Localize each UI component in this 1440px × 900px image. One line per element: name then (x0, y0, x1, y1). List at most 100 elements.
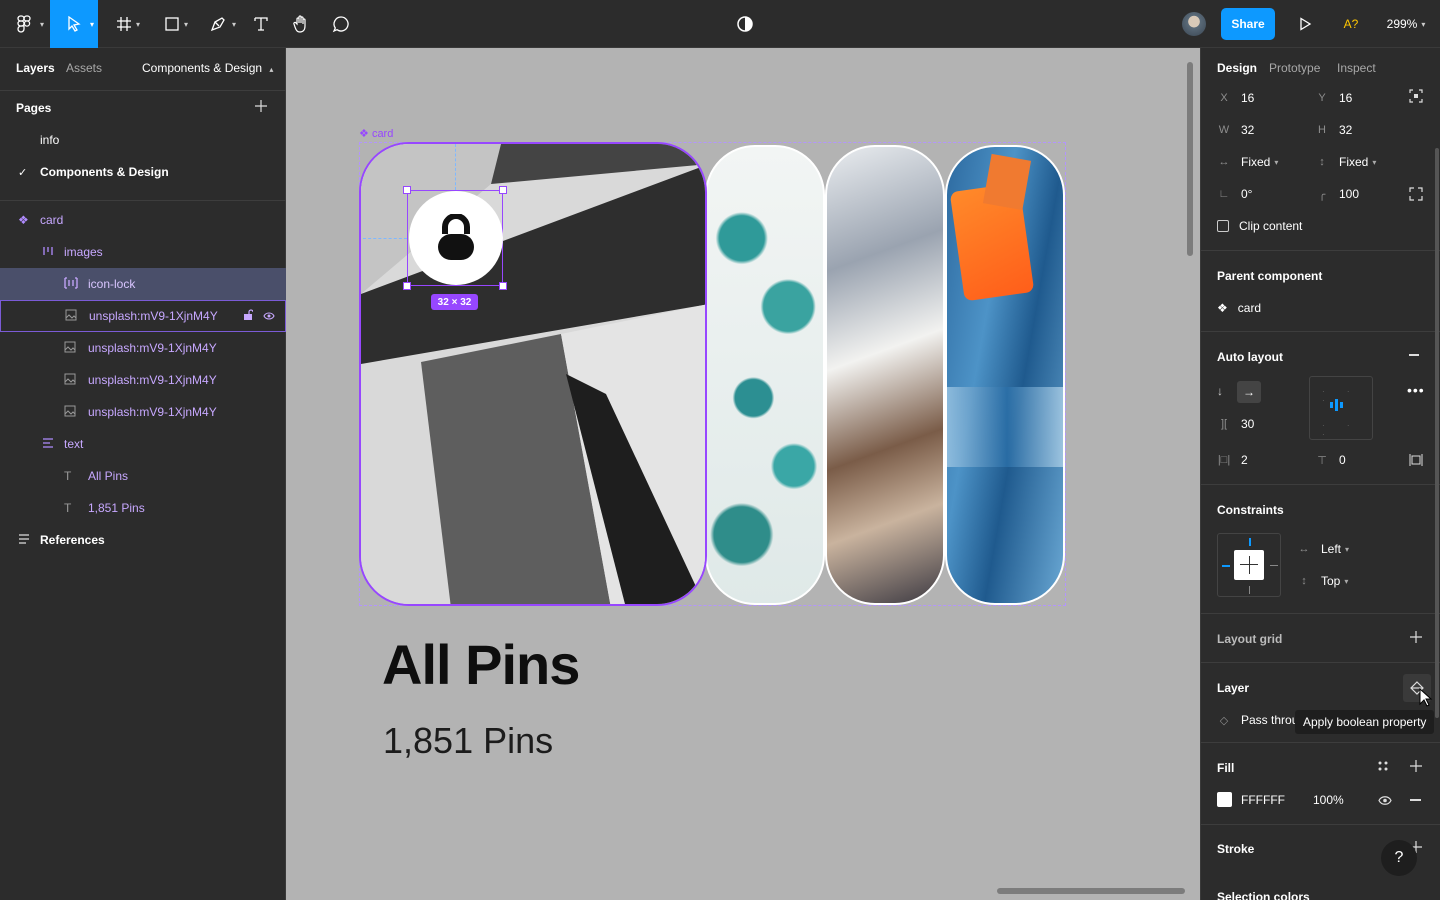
more-options-icon[interactable]: ••• (1407, 382, 1425, 398)
resize-handle[interactable] (499, 282, 507, 290)
eye-icon[interactable] (263, 309, 285, 323)
layer-row-card[interactable]: ❖ card (0, 204, 286, 236)
add-page-button[interactable] (254, 99, 270, 115)
horizontal-constraint-select[interactable]: ↔ Left ▾ (1297, 542, 1350, 556)
direction-horizontal-button[interactable]: → (1237, 381, 1261, 403)
add-layout-grid-button[interactable] (1409, 630, 1423, 647)
vertical-constraint-select[interactable]: ↕ Top ▾ (1297, 574, 1348, 588)
image-card-2[interactable] (705, 145, 825, 605)
layer-row-image-4[interactable]: unsplash:mV9-1XjnM4Y (0, 396, 286, 428)
text-tool-button[interactable] (246, 0, 276, 48)
blend-mode-select[interactable]: ◇ Pass throu (1217, 713, 1299, 727)
chevron-down-icon: ▾ (1344, 576, 1349, 586)
fill-visibility-toggle[interactable] (1378, 794, 1392, 808)
constraints-widget[interactable] (1217, 533, 1281, 597)
pen-tool-button[interactable]: ▾ (198, 0, 240, 48)
resize-handle[interactable] (403, 282, 411, 290)
hand-icon (293, 15, 306, 33)
panel-scrollbar[interactable] (1435, 148, 1439, 718)
canvas[interactable]: ❖ card 32 × 32 All Pins 1,851 Pins (287, 48, 1200, 900)
layer-row-image-2[interactable]: unsplash:mV9-1XjnM4Y (0, 332, 286, 364)
right-constraint[interactable] (1270, 565, 1278, 566)
height-mode-select[interactable]: ↕ Fixed ▾ (1315, 155, 1376, 169)
tab-design[interactable]: Design (1217, 61, 1257, 75)
layer-row-all-pins[interactable]: T All Pins (0, 460, 286, 492)
clip-content-toggle[interactable]: Clip content (1217, 219, 1302, 233)
top-constraint-active[interactable] (1249, 538, 1251, 546)
independent-corners-button[interactable] (1409, 187, 1423, 204)
radius-field[interactable]: ╭ 100 (1315, 187, 1359, 201)
eye-icon (1378, 796, 1392, 805)
bottom-constraint[interactable] (1249, 586, 1250, 594)
avatar[interactable] (1180, 0, 1208, 48)
h-field[interactable]: H 32 (1315, 123, 1352, 137)
fill-hex-input[interactable]: FFFFFF (1241, 793, 1285, 807)
page-item-components-design[interactable]: ✓ Components & Design (0, 156, 286, 188)
image-card-4[interactable] (945, 145, 1065, 605)
parent-component-link[interactable]: ❖ card (1217, 301, 1261, 315)
page-selector[interactable]: Components & Design ▴ (142, 61, 273, 75)
help-button[interactable]: ? (1381, 840, 1417, 876)
fill-swatch[interactable] (1217, 792, 1232, 807)
share-button[interactable]: Share (1221, 8, 1275, 40)
zoom-menu[interactable]: 299% ▾ (1380, 0, 1432, 48)
direction-vertical-button[interactable]: ↓ (1217, 384, 1223, 398)
alignment-grid[interactable]: · · · · · · (1309, 376, 1373, 440)
left-constraint-active[interactable] (1222, 565, 1230, 567)
constraint-proportions-button[interactable] (1409, 89, 1423, 106)
remove-fill-button[interactable] (1410, 799, 1421, 801)
x-value: 16 (1241, 91, 1255, 105)
remove-auto-layout-button[interactable] (1409, 354, 1419, 356)
checkbox[interactable] (1217, 220, 1229, 232)
main-menu-button[interactable]: ▾ (0, 0, 48, 48)
individual-padding-button[interactable] (1409, 453, 1423, 470)
horizontal-scrollbar[interactable] (997, 888, 1185, 894)
width-mode-select[interactable]: ↔ Fixed ▾ (1217, 155, 1279, 169)
layer-row-image-1[interactable]: unsplash:mV9-1XjnM4Y (0, 300, 286, 332)
image-icon (64, 405, 88, 420)
contrast-toggle[interactable] (730, 0, 760, 48)
lock-icon-instance[interactable] (409, 191, 503, 285)
w-field[interactable]: W 32 (1217, 123, 1255, 137)
frame-label[interactable]: ❖ card (359, 127, 393, 140)
comment-tool-button[interactable] (326, 0, 356, 48)
fill-opacity-input[interactable]: 100% (1313, 793, 1344, 807)
card-subtitle[interactable]: 1,851 Pins (383, 720, 553, 762)
width-mode: Fixed (1241, 155, 1271, 169)
tab-layers[interactable]: Layers (16, 61, 55, 75)
layer-row-pins-count[interactable]: T 1,851 Pins (0, 492, 286, 524)
shape-tool-button[interactable]: ▾ (152, 0, 192, 48)
spacing-value: 30 (1241, 417, 1255, 431)
image-card-3[interactable] (825, 145, 945, 605)
move-tool-button[interactable]: ▾ (50, 0, 98, 48)
hand-tool-button[interactable] (286, 0, 316, 48)
figma-logo-icon (17, 15, 31, 33)
padding-vertical-field[interactable]: ⊤ 0 (1315, 453, 1345, 467)
y-field[interactable]: Y 16 (1315, 91, 1352, 105)
padding-horizontal-field[interactable]: |□| 2 (1217, 453, 1248, 467)
page-item-info[interactable]: info (0, 124, 286, 156)
vertical-scrollbar[interactable] (1187, 62, 1193, 256)
card-title[interactable]: All Pins (382, 632, 580, 697)
x-field[interactable]: X 16 (1217, 91, 1254, 105)
layer-row-images[interactable]: images (0, 236, 286, 268)
layer-row-references[interactable]: References (0, 524, 286, 556)
spacing-field[interactable]: ][30 (1217, 417, 1254, 431)
layer-row-text[interactable]: text (0, 428, 286, 460)
rotation-field[interactable]: ∟ 0° (1217, 187, 1253, 201)
tab-prototype[interactable]: Prototype (1269, 61, 1320, 75)
layer-label: unsplash:mV9-1XjnM4Y (89, 309, 218, 323)
tab-assets[interactable]: Assets (66, 61, 102, 75)
frame-tool-button[interactable]: ▾ (104, 0, 144, 48)
layer-label: unsplash:mV9-1XjnM4Y (88, 341, 217, 355)
layer-row-icon-lock[interactable]: icon-lock (0, 268, 286, 300)
resize-handle[interactable] (403, 186, 411, 194)
resize-handle[interactable] (499, 186, 507, 194)
present-button[interactable] (1292, 0, 1318, 48)
fill-styles-button[interactable] (1377, 760, 1389, 775)
add-fill-button[interactable] (1409, 759, 1423, 776)
layer-row-image-3[interactable]: unsplash:mV9-1XjnM4Y (0, 364, 286, 396)
tab-inspect[interactable]: Inspect (1337, 61, 1376, 75)
unlock-icon[interactable] (243, 309, 263, 323)
accessibility-badge[interactable]: A? (1336, 0, 1366, 48)
